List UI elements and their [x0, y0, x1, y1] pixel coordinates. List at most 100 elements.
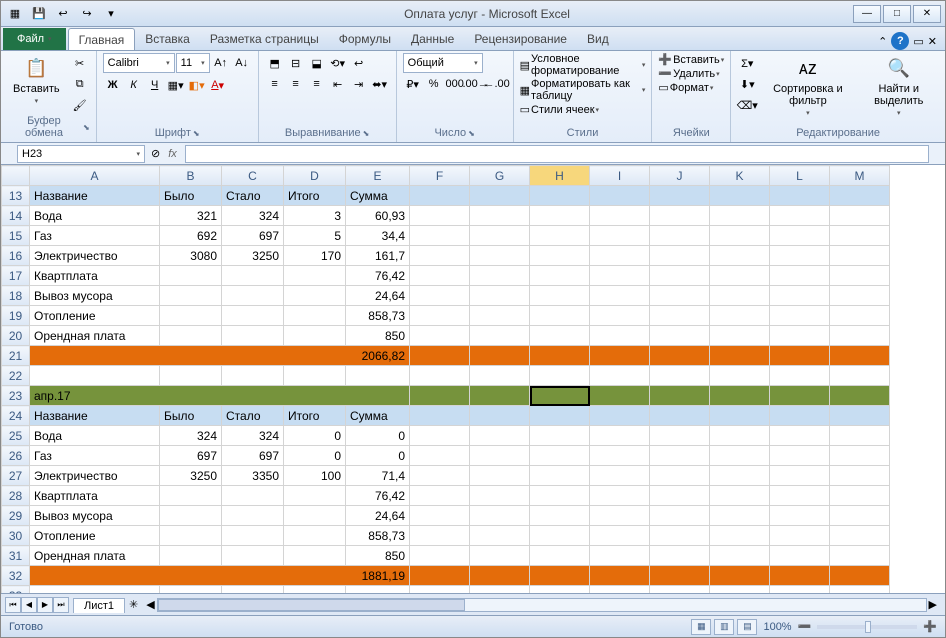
- cell-21-K[interactable]: [710, 346, 770, 366]
- ribbon-tab-4[interactable]: Данные: [401, 28, 464, 50]
- cell-20-J[interactable]: [650, 326, 710, 346]
- cell-25-J[interactable]: [650, 426, 710, 446]
- cell-17-M[interactable]: [830, 266, 890, 286]
- find-select-button[interactable]: 🔍Найти и выделить▾: [859, 53, 939, 119]
- cell-14-F[interactable]: [410, 206, 470, 226]
- row-header-25[interactable]: 25: [2, 426, 30, 446]
- sheet-nav-last-icon[interactable]: ⏭: [53, 597, 69, 613]
- cell-30-C[interactable]: [222, 526, 284, 546]
- font-name-combo[interactable]: Calibri▾: [103, 53, 175, 73]
- cell-29-M[interactable]: [830, 506, 890, 526]
- cell-24-G[interactable]: [470, 406, 530, 426]
- cell-20-C[interactable]: [222, 326, 284, 346]
- cell-16-F[interactable]: [410, 246, 470, 266]
- cell-32-L[interactable]: [770, 566, 830, 586]
- cell-28-G[interactable]: [470, 486, 530, 506]
- cell-19-E[interactable]: 858,73: [346, 306, 410, 326]
- cell-21-G[interactable]: [470, 346, 530, 366]
- cell-21-M[interactable]: [830, 346, 890, 366]
- cell-24-M[interactable]: [830, 406, 890, 426]
- cell-26-C[interactable]: 697: [222, 446, 284, 466]
- cell-23-M[interactable]: [830, 386, 890, 406]
- cell-22-C[interactable]: [222, 366, 284, 386]
- cell-22-J[interactable]: [650, 366, 710, 386]
- cell-18-M[interactable]: [830, 286, 890, 306]
- cell-27-K[interactable]: [710, 466, 770, 486]
- cell-31-L[interactable]: [770, 546, 830, 566]
- ribbon-tab-2[interactable]: Разметка страницы: [200, 28, 329, 50]
- maximize-button[interactable]: □: [883, 5, 911, 23]
- row-header-31[interactable]: 31: [2, 546, 30, 566]
- help-icon[interactable]: ?: [891, 32, 909, 50]
- paste-button[interactable]: 📋 Вставить▾: [7, 53, 66, 107]
- cancel-formula-icon[interactable]: ⊘: [151, 147, 160, 160]
- cell-26-G[interactable]: [470, 446, 530, 466]
- cell-16-H[interactable]: [530, 246, 590, 266]
- cell-25-I[interactable]: [590, 426, 650, 446]
- row-header-18[interactable]: 18: [2, 286, 30, 306]
- cell-23-merged[interactable]: апр.17: [30, 386, 410, 406]
- shrink-font-icon[interactable]: A↓: [232, 53, 252, 73]
- cell-13-L[interactable]: [770, 186, 830, 206]
- row-header-19[interactable]: 19: [2, 306, 30, 326]
- cell-30-J[interactable]: [650, 526, 710, 546]
- grow-font-icon[interactable]: A↑: [211, 53, 231, 73]
- cell-24-H[interactable]: [530, 406, 590, 426]
- cell-24-C[interactable]: Стало: [222, 406, 284, 426]
- row-header-23[interactable]: 23: [2, 386, 30, 406]
- cell-27-C[interactable]: 3350: [222, 466, 284, 486]
- cell-26-H[interactable]: [530, 446, 590, 466]
- cell-16-J[interactable]: [650, 246, 710, 266]
- wrap-text-icon[interactable]: ↩: [349, 53, 369, 73]
- cell-22-I[interactable]: [590, 366, 650, 386]
- cell-23-F[interactable]: [410, 386, 470, 406]
- cell-21-merged[interactable]: 2066,82: [30, 346, 410, 366]
- cell-28-L[interactable]: [770, 486, 830, 506]
- cell-33-J[interactable]: [650, 586, 710, 594]
- cell-20-H[interactable]: [530, 326, 590, 346]
- cell-29-D[interactable]: [284, 506, 346, 526]
- row-header-17[interactable]: 17: [2, 266, 30, 286]
- normal-view-icon[interactable]: ▦: [691, 619, 711, 635]
- cell-15-E[interactable]: 34,4: [346, 226, 410, 246]
- align-top-icon[interactable]: ⬒: [265, 53, 285, 73]
- cell-13-C[interactable]: Стало: [222, 186, 284, 206]
- cell-17-I[interactable]: [590, 266, 650, 286]
- cell-30-D[interactable]: [284, 526, 346, 546]
- row-header-27[interactable]: 27: [2, 466, 30, 486]
- row-header-16[interactable]: 16: [2, 246, 30, 266]
- conditional-formatting-button[interactable]: ▤ Условное форматирование ▾: [520, 53, 646, 77]
- cut-icon[interactable]: ✂: [70, 53, 90, 73]
- cell-27-D[interactable]: 100: [284, 466, 346, 486]
- cell-31-I[interactable]: [590, 546, 650, 566]
- row-header-24[interactable]: 24: [2, 406, 30, 426]
- cell-15-G[interactable]: [470, 226, 530, 246]
- cell-30-L[interactable]: [770, 526, 830, 546]
- cell-19-F[interactable]: [410, 306, 470, 326]
- cell-29-E[interactable]: 24,64: [346, 506, 410, 526]
- cell-18-K[interactable]: [710, 286, 770, 306]
- underline-button[interactable]: Ч: [145, 75, 165, 95]
- format-painter-icon[interactable]: 🖌: [70, 95, 90, 115]
- cell-22-D[interactable]: [284, 366, 346, 386]
- cell-20-E[interactable]: 850: [346, 326, 410, 346]
- cell-19-M[interactable]: [830, 306, 890, 326]
- cell-22-G[interactable]: [470, 366, 530, 386]
- cell-28-M[interactable]: [830, 486, 890, 506]
- cell-28-F[interactable]: [410, 486, 470, 506]
- cell-14-H[interactable]: [530, 206, 590, 226]
- col-header-C[interactable]: C: [222, 166, 284, 186]
- cell-26-E[interactable]: 0: [346, 446, 410, 466]
- cell-13-D[interactable]: Итого: [284, 186, 346, 206]
- orientation-icon[interactable]: ⟲▾: [328, 53, 348, 73]
- redo-icon[interactable]: ↪: [77, 4, 97, 24]
- cell-17-C[interactable]: [222, 266, 284, 286]
- cell-22-B[interactable]: [160, 366, 222, 386]
- cell-28-B[interactable]: [160, 486, 222, 506]
- cell-30-H[interactable]: [530, 526, 590, 546]
- col-header-L[interactable]: L: [770, 166, 830, 186]
- cell-31-F[interactable]: [410, 546, 470, 566]
- col-header-B[interactable]: B: [160, 166, 222, 186]
- sheet-tab[interactable]: Лист1: [73, 598, 125, 613]
- page-layout-view-icon[interactable]: ▥: [714, 619, 734, 635]
